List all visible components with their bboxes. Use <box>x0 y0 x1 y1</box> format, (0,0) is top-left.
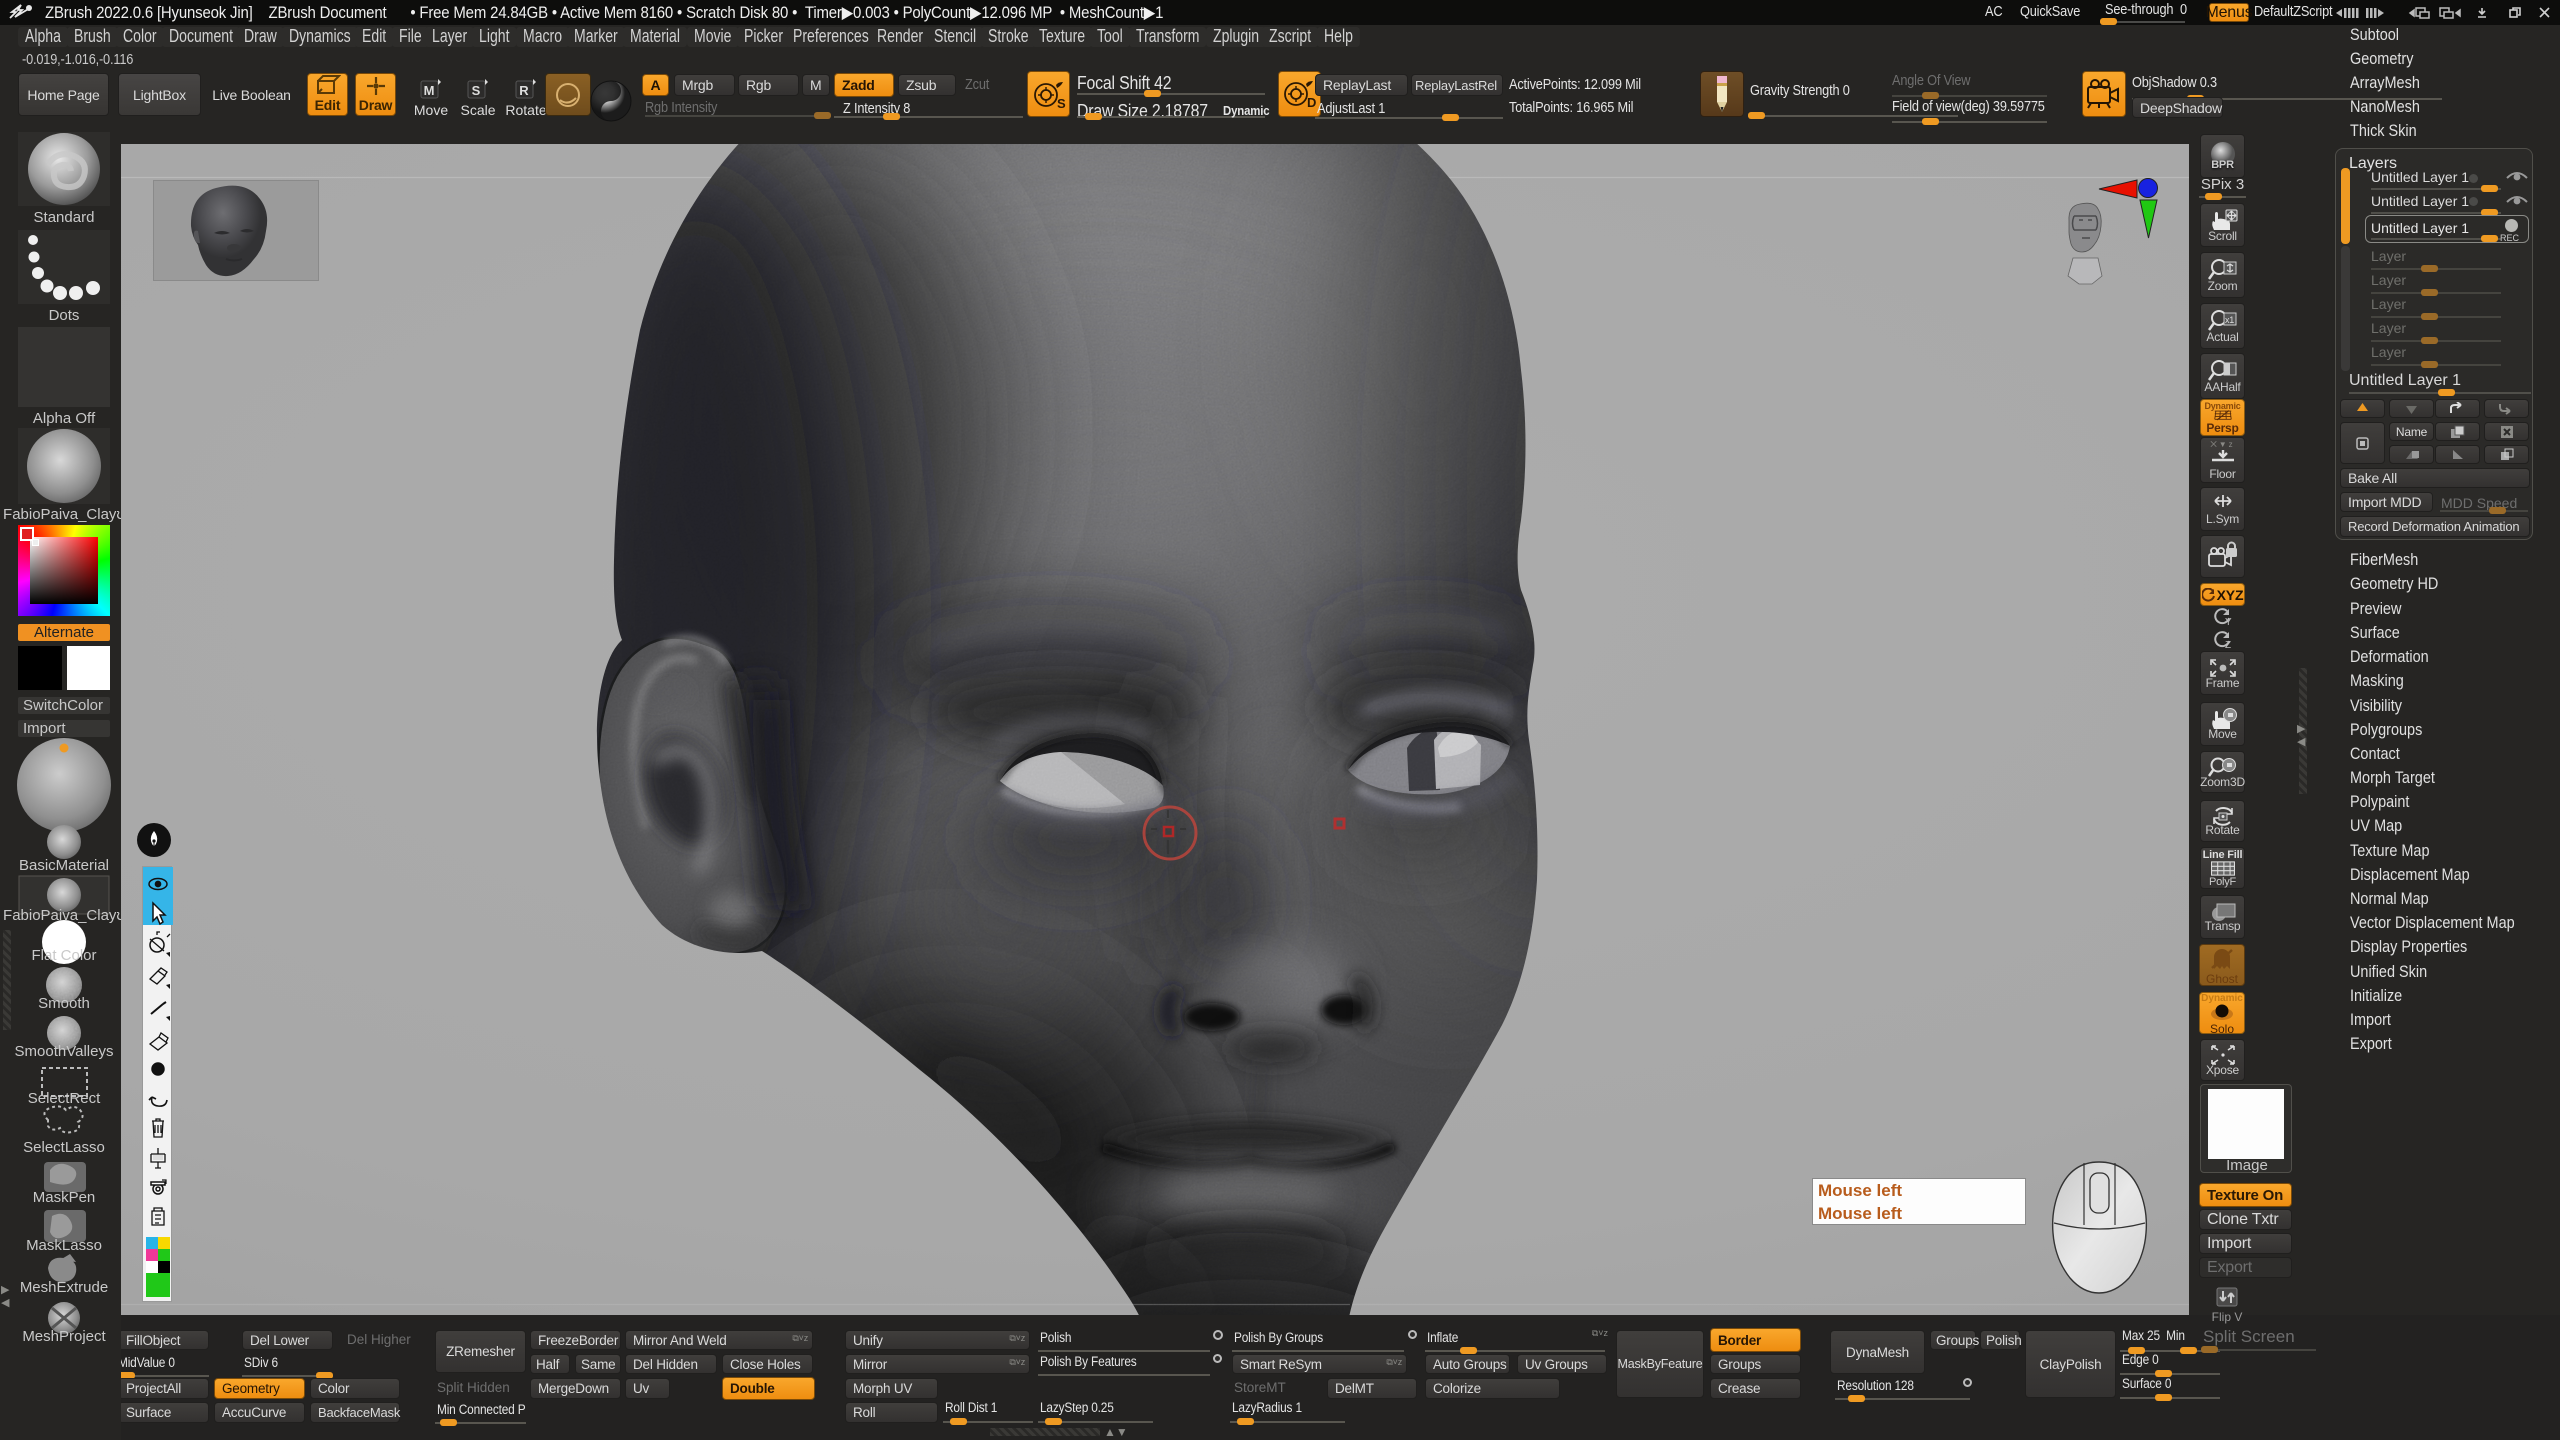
svg-text:MeshProject: MeshProject <box>22 1328 106 1345</box>
svg-text:MaskPen: MaskPen <box>33 1189 96 1206</box>
svg-text:Flat Color: Flat Color <box>31 947 96 964</box>
svg-text:Dots: Dots <box>49 307 80 324</box>
svg-text:SmoothValleys: SmoothValleys <box>15 1043 114 1060</box>
svg-text:FabioPaiva_Clayʊ: FabioPaiva_Clayʊ <box>3 506 121 523</box>
svg-text:MaskLasso: MaskLasso <box>26 1237 102 1254</box>
svg-text:BasicMaterial: BasicMaterial <box>19 857 109 874</box>
svg-text:Import: Import <box>23 720 66 737</box>
svg-text:Alternate: Alternate <box>34 624 94 641</box>
svg-text:SelectLasso: SelectLasso <box>23 1139 105 1156</box>
svg-text:D: D <box>1307 95 1316 110</box>
svg-text:MeshExtrude: MeshExtrude <box>20 1279 108 1296</box>
svg-text:SelectRect: SelectRect <box>28 1090 101 1107</box>
svg-text:Alpha Off: Alpha Off <box>33 410 96 427</box>
svg-text:S: S <box>472 83 481 98</box>
svg-text:Smooth: Smooth <box>38 995 90 1012</box>
svg-text:SwitchColor: SwitchColor <box>23 697 103 714</box>
svg-text:Standard: Standard <box>34 209 95 226</box>
svg-text:M: M <box>424 83 435 98</box>
svg-text:S: S <box>1057 96 1066 111</box>
svg-text:R: R <box>519 83 529 98</box>
